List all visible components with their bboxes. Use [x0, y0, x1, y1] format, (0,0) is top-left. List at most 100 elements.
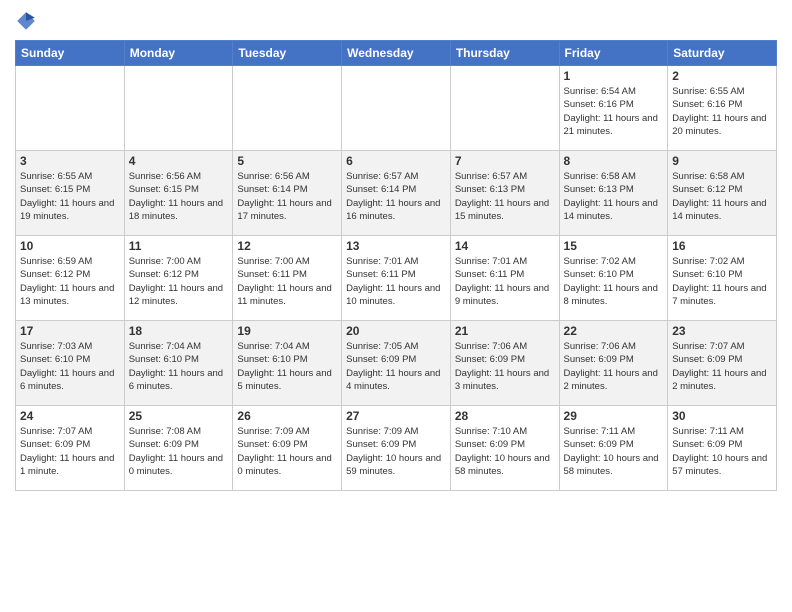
calendar-header-row: SundayMondayTuesdayWednesdayThursdayFrid…: [16, 41, 777, 66]
day-number: 3: [20, 154, 120, 168]
day-number: 19: [237, 324, 337, 338]
day-number: 22: [564, 324, 664, 338]
day-number: 13: [346, 239, 446, 253]
calendar-day-cell: 26 Sunrise: 7:09 AM Sunset: 6:09 PM Dayli…: [233, 406, 342, 491]
day-number: 27: [346, 409, 446, 423]
calendar-day-cell: 23 Sunrise: 7:07 AM Sunset: 6:09 PM Dayli…: [668, 321, 777, 406]
day-number: 26: [237, 409, 337, 423]
calendar-day-cell: 27 Sunrise: 7:09 AM Sunset: 6:09 PM Dayli…: [342, 406, 451, 491]
calendar-day-cell: [342, 66, 451, 151]
calendar-day-cell: 13 Sunrise: 7:01 AM Sunset: 6:11 PM Dayli…: [342, 236, 451, 321]
day-info: Sunrise: 7:08 AM Sunset: 6:09 PM Dayligh…: [129, 425, 229, 478]
day-number: 29: [564, 409, 664, 423]
calendar-day-cell: 28Sunrise: 7:10 AM Sunset: 6:09 PM Dayli…: [450, 406, 559, 491]
logo-icon: [15, 10, 37, 32]
day-info: Sunrise: 7:04 AM Sunset: 6:10 PM Dayligh…: [237, 340, 337, 393]
day-info: Sunrise: 7:07 AM Sunset: 6:09 PM Dayligh…: [20, 425, 120, 478]
day-info: Sunrise: 7:01 AM Sunset: 6:11 PM Dayligh…: [346, 255, 446, 308]
calendar-day-cell: 14 Sunrise: 7:01 AM Sunset: 6:11 PM Dayli…: [450, 236, 559, 321]
calendar-day-header: Monday: [124, 41, 233, 66]
day-info: Sunrise: 7:11 AM Sunset: 6:09 PM Dayligh…: [564, 425, 664, 478]
day-number: 18: [129, 324, 229, 338]
day-info: Sunrise: 7:00 AM Sunset: 6:11 PM Dayligh…: [237, 255, 337, 308]
day-info: Sunrise: 7:02 AM Sunset: 6:10 PM Dayligh…: [672, 255, 772, 308]
day-info: Sunrise: 7:04 AM Sunset: 6:10 PM Dayligh…: [129, 340, 229, 393]
day-info: Sunrise: 7:03 AM Sunset: 6:10 PM Dayligh…: [20, 340, 120, 393]
calendar-day-cell: 12 Sunrise: 7:00 AM Sunset: 6:11 PM Dayli…: [233, 236, 342, 321]
calendar-week-row: 10 Sunrise: 6:59 AM Sunset: 6:12 PM Dayli…: [16, 236, 777, 321]
calendar-day-cell: 6Sunrise: 6:57 AM Sunset: 6:14 PM Daylig…: [342, 151, 451, 236]
day-number: 25: [129, 409, 229, 423]
day-number: 11: [129, 239, 229, 253]
calendar-day-cell: 29 Sunrise: 7:11 AM Sunset: 6:09 PM Dayli…: [559, 406, 668, 491]
day-info: Sunrise: 6:55 AM Sunset: 6:15 PM Dayligh…: [20, 170, 120, 223]
day-number: 1: [564, 69, 664, 83]
calendar-day-cell: 11 Sunrise: 7:00 AM Sunset: 6:12 PM Dayli…: [124, 236, 233, 321]
calendar-day-cell: 4 Sunrise: 6:56 AM Sunset: 6:15 PM Daylig…: [124, 151, 233, 236]
calendar-day-header: Sunday: [16, 41, 125, 66]
calendar-day-cell: 9 Sunrise: 6:58 AM Sunset: 6:12 PM Daylig…: [668, 151, 777, 236]
day-info: Sunrise: 7:07 AM Sunset: 6:09 PM Dayligh…: [672, 340, 772, 393]
day-info: Sunrise: 7:06 AM Sunset: 6:09 PM Dayligh…: [455, 340, 555, 393]
day-info: Sunrise: 7:01 AM Sunset: 6:11 PM Dayligh…: [455, 255, 555, 308]
calendar-day-header: Friday: [559, 41, 668, 66]
calendar-day-cell: 22Sunrise: 7:06 AM Sunset: 6:09 PM Dayli…: [559, 321, 668, 406]
day-number: 17: [20, 324, 120, 338]
calendar-day-cell: 16Sunrise: 7:02 AM Sunset: 6:10 PM Dayli…: [668, 236, 777, 321]
calendar-day-cell: 19 Sunrise: 7:04 AM Sunset: 6:10 PM Dayli…: [233, 321, 342, 406]
calendar-day-cell: [450, 66, 559, 151]
day-number: 2: [672, 69, 772, 83]
day-info: Sunrise: 7:09 AM Sunset: 6:09 PM Dayligh…: [346, 425, 446, 478]
day-info: Sunrise: 6:56 AM Sunset: 6:15 PM Dayligh…: [129, 170, 229, 223]
calendar-day-cell: [233, 66, 342, 151]
calendar-day-header: Tuesday: [233, 41, 342, 66]
day-number: 10: [20, 239, 120, 253]
calendar-day-cell: 8 Sunrise: 6:58 AM Sunset: 6:13 PM Daylig…: [559, 151, 668, 236]
calendar-table: SundayMondayTuesdayWednesdayThursdayFrid…: [15, 40, 777, 491]
day-number: 21: [455, 324, 555, 338]
calendar-day-cell: 21 Sunrise: 7:06 AM Sunset: 6:09 PM Dayli…: [450, 321, 559, 406]
calendar-day-cell: [16, 66, 125, 151]
day-number: 23: [672, 324, 772, 338]
calendar-week-row: 1 Sunrise: 6:54 AM Sunset: 6:16 PM Daylig…: [16, 66, 777, 151]
calendar-day-cell: 30Sunrise: 7:11 AM Sunset: 6:09 PM Dayli…: [668, 406, 777, 491]
day-info: Sunrise: 6:55 AM Sunset: 6:16 PM Dayligh…: [672, 85, 772, 138]
day-number: 12: [237, 239, 337, 253]
day-number: 15: [564, 239, 664, 253]
day-info: Sunrise: 7:02 AM Sunset: 6:10 PM Dayligh…: [564, 255, 664, 308]
calendar-day-cell: 25 Sunrise: 7:08 AM Sunset: 6:09 PM Dayli…: [124, 406, 233, 491]
day-number: 14: [455, 239, 555, 253]
day-info: Sunrise: 7:09 AM Sunset: 6:09 PM Dayligh…: [237, 425, 337, 478]
day-info: Sunrise: 6:57 AM Sunset: 6:13 PM Dayligh…: [455, 170, 555, 223]
day-number: 4: [129, 154, 229, 168]
calendar-day-header: Thursday: [450, 41, 559, 66]
day-info: Sunrise: 6:57 AM Sunset: 6:14 PM Dayligh…: [346, 170, 446, 223]
calendar-day-cell: [124, 66, 233, 151]
calendar-day-cell: 2 Sunrise: 6:55 AM Sunset: 6:16 PM Daylig…: [668, 66, 777, 151]
day-info: Sunrise: 6:54 AM Sunset: 6:16 PM Dayligh…: [564, 85, 664, 138]
calendar-week-row: 24Sunrise: 7:07 AM Sunset: 6:09 PM Dayli…: [16, 406, 777, 491]
calendar-day-cell: 10 Sunrise: 6:59 AM Sunset: 6:12 PM Dayli…: [16, 236, 125, 321]
calendar-day-cell: 7 Sunrise: 6:57 AM Sunset: 6:13 PM Daylig…: [450, 151, 559, 236]
day-info: Sunrise: 7:05 AM Sunset: 6:09 PM Dayligh…: [346, 340, 446, 393]
calendar-day-cell: 3 Sunrise: 6:55 AM Sunset: 6:15 PM Daylig…: [16, 151, 125, 236]
day-info: Sunrise: 7:11 AM Sunset: 6:09 PM Dayligh…: [672, 425, 772, 478]
day-number: 7: [455, 154, 555, 168]
calendar-week-row: 17 Sunrise: 7:03 AM Sunset: 6:10 PM Dayli…: [16, 321, 777, 406]
page: SundayMondayTuesdayWednesdayThursdayFrid…: [0, 0, 792, 612]
logo: [15, 10, 41, 32]
day-info: Sunrise: 7:00 AM Sunset: 6:12 PM Dayligh…: [129, 255, 229, 308]
calendar-day-cell: 17 Sunrise: 7:03 AM Sunset: 6:10 PM Dayli…: [16, 321, 125, 406]
calendar-day-cell: 1 Sunrise: 6:54 AM Sunset: 6:16 PM Daylig…: [559, 66, 668, 151]
day-number: 9: [672, 154, 772, 168]
calendar-day-cell: 15 Sunrise: 7:02 AM Sunset: 6:10 PM Dayli…: [559, 236, 668, 321]
calendar-week-row: 3 Sunrise: 6:55 AM Sunset: 6:15 PM Daylig…: [16, 151, 777, 236]
day-number: 8: [564, 154, 664, 168]
day-info: Sunrise: 6:59 AM Sunset: 6:12 PM Dayligh…: [20, 255, 120, 308]
header: [15, 10, 777, 32]
day-info: Sunrise: 6:58 AM Sunset: 6:13 PM Dayligh…: [564, 170, 664, 223]
day-info: Sunrise: 6:58 AM Sunset: 6:12 PM Dayligh…: [672, 170, 772, 223]
day-number: 20: [346, 324, 446, 338]
calendar-day-header: Saturday: [668, 41, 777, 66]
calendar-day-cell: 24Sunrise: 7:07 AM Sunset: 6:09 PM Dayli…: [16, 406, 125, 491]
